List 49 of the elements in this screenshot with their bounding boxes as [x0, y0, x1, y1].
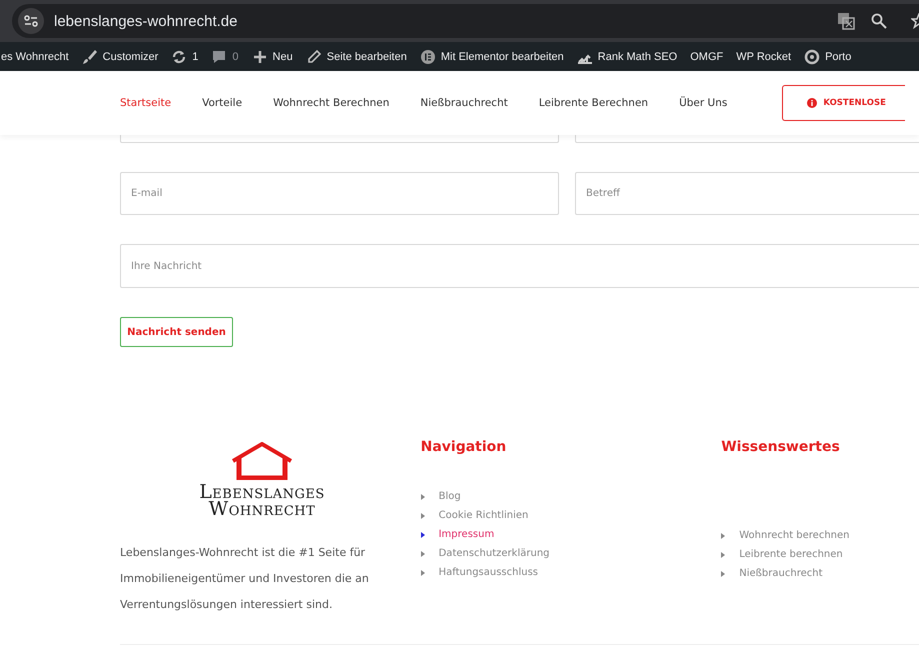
- nav-link[interactable]: Vorteile: [202, 97, 242, 109]
- admin-bar-item[interactable]: Mit Elementor bearbeiten: [420, 48, 564, 64]
- admin-bar-item[interactable]: 0: [211, 48, 239, 64]
- admin-bar-item[interactable]: Porto: [804, 48, 852, 64]
- footer-heading: Wissenswertes: [721, 439, 841, 455]
- nav-link[interactable]: Leibrente Berechnen: [538, 97, 648, 109]
- comment-icon: [211, 48, 228, 64]
- refresh-icon: [171, 48, 188, 64]
- translate-icon[interactable]: [837, 12, 855, 30]
- admin-bar-item[interactable]: 1: [171, 48, 198, 64]
- site-info-icon[interactable]: [18, 8, 44, 34]
- house-logo-icon: [231, 442, 293, 480]
- url-text: lebenslanges-wohnrecht.de: [54, 12, 238, 30]
- pencil-icon: [306, 48, 322, 64]
- admin-bar-item[interactable]: Rank Math SEO: [576, 48, 678, 64]
- admin-bar-item[interactable]: es Wohnrecht: [1, 50, 69, 62]
- address-bar[interactable]: lebenslanges-wohnrecht.de: [12, 4, 919, 38]
- footer-description: Lebenslanges-Wohnrecht ist die #1 Seite für Immobilieneigentümer und Investoren die an Verrentungslösungen interessiert sind.: [120, 545, 370, 613]
- free-consultation-button[interactable]: KOSTENLOSE: [782, 85, 906, 121]
- info-icon: [807, 98, 818, 108]
- admin-bar-item[interactable]: OMGF: [690, 50, 724, 62]
- footer-link[interactable]: Haftungsausschluss: [438, 567, 538, 578]
- admin-bar-item[interactable]: Neu: [252, 48, 293, 64]
- message-field[interactable]: Ihre Nachricht: [120, 244, 919, 288]
- zoom-icon[interactable]: [871, 13, 887, 29]
- footer-link[interactable]: Nießbrauchrecht: [739, 568, 822, 579]
- send-message-button[interactable]: Nachricht senden: [120, 317, 233, 347]
- elementor-icon: [420, 48, 436, 64]
- nav-link[interactable]: Startseite: [120, 97, 172, 109]
- plus-icon: [252, 48, 268, 64]
- admin-bar-item[interactable]: WP Rocket: [736, 50, 792, 62]
- subject-field[interactable]: Betreff: [575, 172, 919, 215]
- nav-link[interactable]: Über Uns: [679, 97, 728, 109]
- admin-bar-item[interactable]: Customizer: [82, 48, 158, 64]
- footer-link[interactable]: Wohnrecht berechnen: [739, 530, 850, 541]
- footer-link[interactable]: Blog: [438, 491, 461, 502]
- brush-icon: [82, 48, 98, 64]
- nav-link[interactable]: Wohnrecht Berechnen: [273, 97, 390, 109]
- logo-text: Lebenslanges: [199, 484, 325, 501]
- email-field[interactable]: E-mail: [120, 172, 559, 215]
- footer-heading: Navigation: [420, 439, 508, 455]
- footer-link[interactable]: Datenschutzerklärung: [438, 548, 550, 559]
- logo-text: Wohnrecht: [208, 501, 316, 518]
- nav-link[interactable]: Nießbrauchrecht: [420, 97, 508, 109]
- footer-link[interactable]: Leibrente berechnen: [739, 549, 843, 560]
- footer-link[interactable]: Cookie Richtlinien: [438, 510, 528, 521]
- admin-bar-item[interactable]: Seite bearbeiten: [306, 48, 407, 64]
- circle-icon: [804, 48, 820, 64]
- footer-link[interactable]: Impressum: [438, 529, 494, 540]
